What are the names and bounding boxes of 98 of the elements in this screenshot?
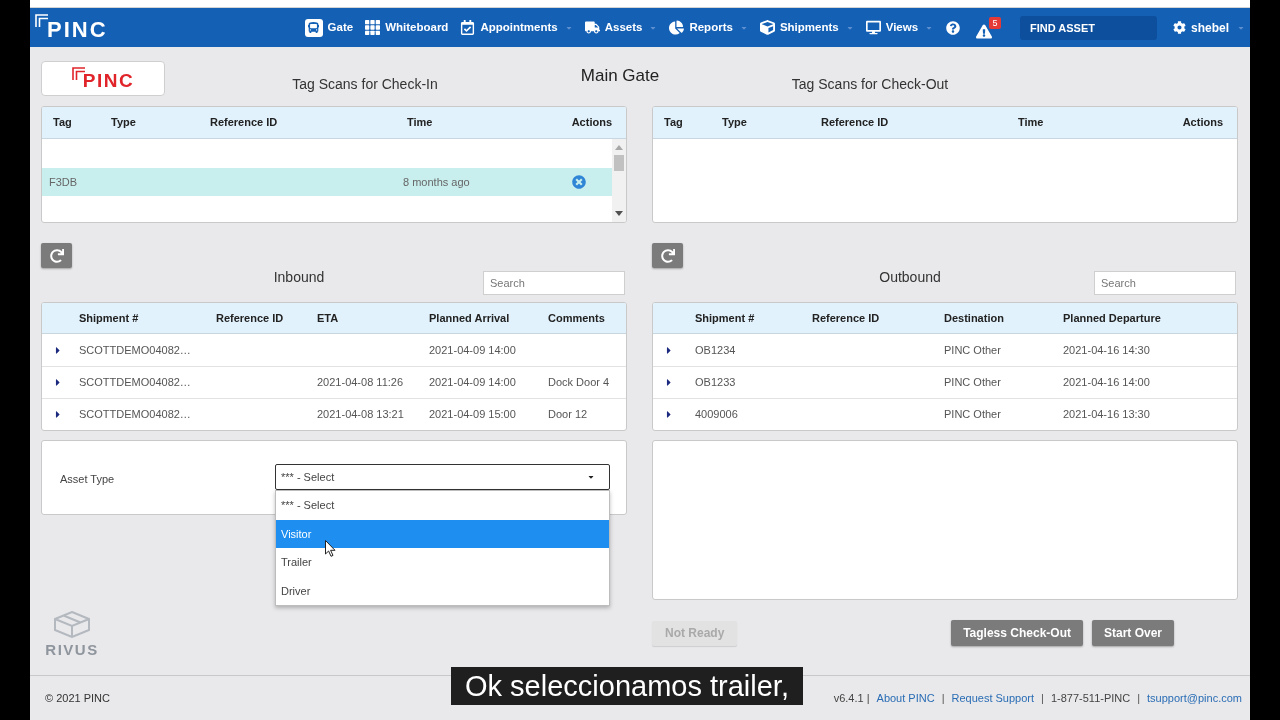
help-icon[interactable] [946, 20, 960, 35]
dropdown-option[interactable]: *** - Select [276, 491, 609, 520]
table-cell-text: OB1233 [695, 375, 737, 391]
table-cell-text: 2021-04-08 11:26 [317, 375, 405, 391]
column-header: Destination [944, 310, 1004, 326]
refresh-icon [49, 248, 64, 263]
footer-link[interactable]: tsupport@pinc.com [1147, 689, 1242, 707]
column-header: Type [722, 115, 747, 131]
action-button[interactable]: Start Over [1091, 620, 1174, 646]
column-header: Time [1018, 115, 1044, 131]
column-header: Tag [664, 115, 683, 131]
section-title: Inbound [273, 269, 325, 286]
nav-item[interactable]: Gate [304, 15, 354, 40]
footer-link[interactable]: Request Support [951, 689, 1035, 707]
expand-arrow-icon[interactable] [55, 377, 61, 388]
footer-separator: | [1041, 690, 1044, 706]
column-header: Reference ID [812, 310, 880, 326]
table-cell-text: 2021-04-09 15:00 [429, 407, 517, 423]
caret-down-icon [587, 473, 595, 481]
table-cell-text: 2021-04-09 14:00 [429, 342, 517, 358]
section-title: Outbound [879, 269, 941, 286]
expand-arrow-icon[interactable] [55, 344, 61, 356]
table-cell-text: 4009006 [695, 407, 739, 423]
nav-item[interactable]: Views [865, 15, 934, 40]
scroll-down-arrow-icon[interactable] [615, 211, 623, 216]
column-header: Shipment # [79, 310, 139, 326]
column-header: Tag [53, 115, 72, 131]
table-cell-text: 2021-04-16 14:00 [1063, 375, 1151, 391]
table-cell-text: 2021-04-08 13:21 [317, 407, 405, 423]
pinc-logo[interactable]: PINC [35, 14, 108, 41]
column-header: Shipment # [695, 310, 755, 326]
nav-item[interactable]: Assets [584, 15, 658, 40]
column-header: Type [111, 115, 136, 131]
table-cell-text: 2021-04-09 14:00 [429, 375, 517, 391]
section-title: Tag Scans for Check-In [292, 76, 438, 93]
column-header: Actions [1182, 115, 1223, 131]
search-field[interactable]: Search [1094, 271, 1236, 295]
dropdown-option[interactable]: Driver [276, 576, 609, 605]
refresh-button[interactable] [652, 243, 683, 268]
footer-text: 1-877-511-PINC [1050, 690, 1131, 706]
scrollbar-thumb[interactable] [614, 155, 624, 171]
user-menu[interactable]: shebel [1173, 18, 1245, 37]
alerts-button[interactable]: 5 [976, 16, 1001, 39]
asset-type-select[interactable]: *** - Select [275, 464, 610, 490]
alert-count-badge: 5 [989, 16, 1001, 29]
table-cell-text: SCOTTDEMO04082… [79, 375, 192, 391]
dropdown-option[interactable]: Trailer [276, 548, 609, 577]
column-header: Planned Arrival [429, 310, 510, 326]
refresh-icon [660, 248, 675, 263]
table-cell-text: 2021-04-16 13:30 [1063, 407, 1151, 423]
table-cell-text: 8 months ago [403, 174, 471, 190]
table-cell-text: PINC Other [944, 342, 1002, 358]
settings-icon [1173, 21, 1186, 34]
footer-separator: | [941, 690, 945, 706]
nav-item[interactable]: Shipments [759, 15, 854, 40]
footer-separator: | [1137, 690, 1141, 706]
section-title: Tag Scans for Check-Out [791, 76, 949, 93]
expand-arrow-icon[interactable] [666, 377, 672, 388]
mouse-pointer-icon [325, 540, 336, 557]
table-cell-text: F3DB [49, 174, 79, 190]
column-header: ETA [317, 310, 339, 326]
table-cell-text: 2021-04-16 14:30 [1063, 342, 1151, 358]
expand-arrow-icon[interactable] [666, 409, 672, 420]
dropdown-option[interactable]: Visitor [276, 519, 609, 548]
column-header: Reference ID [210, 115, 278, 131]
cube-logo-icon [54, 611, 90, 638]
copyright-text: © 2021 PINC [45, 690, 110, 706]
expand-arrow-icon[interactable] [666, 344, 672, 356]
table-cell-text: Door 12 [548, 407, 589, 423]
pinc-logo: PINC [71, 67, 135, 90]
tag-scan-row[interactable]: F3DB 8 months ago [42, 168, 612, 196]
table-cell-text: OB1234 [695, 342, 737, 358]
field-label: Asset Type [60, 473, 115, 485]
table-cell-text: SCOTTDEMO04082… [79, 407, 192, 423]
column-header: Reference ID [821, 115, 889, 131]
nav-item[interactable]: Appointments [460, 15, 573, 40]
nav-item[interactable]: Whiteboard [365, 15, 449, 40]
nav-item[interactable]: Reports [669, 15, 748, 40]
column-header: Comments [548, 310, 605, 326]
table-cell-text: PINC Other [944, 407, 1002, 423]
warning-icon [976, 23, 992, 39]
footer-text: v6.4.1 | [833, 690, 870, 706]
column-header: Time [407, 115, 433, 131]
footer-link[interactable]: About PINC [876, 689, 935, 707]
expand-arrow-icon[interactable] [55, 409, 61, 420]
table-cell-text: SCOTTDEMO04082… [79, 342, 192, 358]
action-button[interactable]: Tagless Check-Out [951, 620, 1083, 646]
search-field[interactable]: Search [483, 271, 625, 295]
find-asset-field[interactable]: FIND ASSET [1020, 15, 1157, 40]
brand-logo-text: RIVUS [45, 642, 99, 657]
table-cell-text: PINC Other [944, 375, 1002, 391]
column-header: Planned Departure [1063, 310, 1161, 326]
column-header: Actions [571, 115, 612, 131]
video-caption: Ok seleccionamos trailer, [451, 667, 803, 705]
table-cell-text: Dock Door 4 [548, 375, 611, 391]
column-header: Reference ID [216, 310, 284, 326]
refresh-button[interactable] [41, 243, 72, 268]
page-title: Main Gate [580, 66, 660, 86]
